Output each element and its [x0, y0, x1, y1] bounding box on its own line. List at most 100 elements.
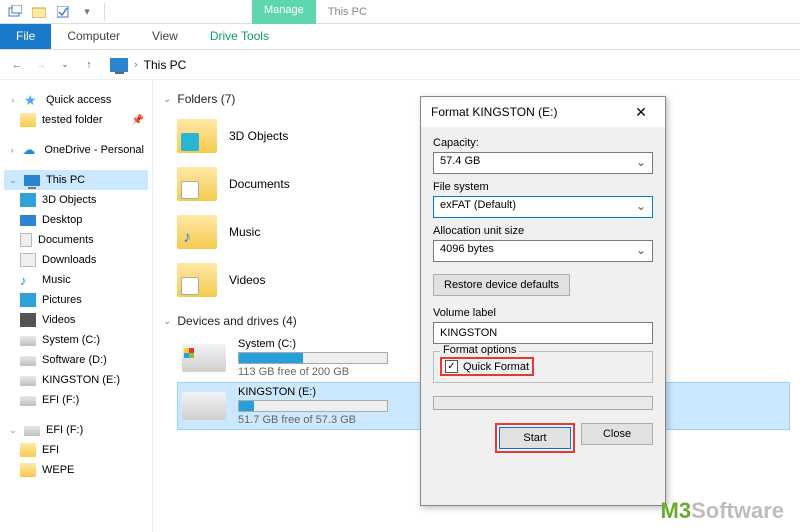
- tab-computer[interactable]: Computer: [51, 24, 136, 49]
- folder-label: Documents: [229, 177, 290, 191]
- chevron-down-icon: ⌄: [8, 425, 18, 436]
- chevron-down-icon: ⌄: [8, 175, 18, 186]
- chevron-down-icon: ⌄: [163, 94, 171, 105]
- folder-icon: [177, 167, 217, 201]
- dialog-titlebar[interactable]: Format KINGSTON (E:) ✕: [421, 97, 665, 127]
- qat-checkbox-icon[interactable]: [52, 2, 74, 22]
- nav-downloads[interactable]: Downloads: [4, 250, 148, 270]
- nav-videos[interactable]: Videos: [4, 310, 148, 330]
- filesystem-label: File system: [433, 181, 653, 193]
- nav-efi-folder[interactable]: EFI: [4, 440, 148, 460]
- breadcrumb-location[interactable]: This PC: [144, 58, 187, 72]
- chevron-right-icon: ›: [8, 95, 18, 105]
- nav-desktop[interactable]: Desktop: [4, 210, 148, 230]
- nav-dropdown-icon[interactable]: ⌄: [56, 56, 74, 74]
- this-pc-icon: [110, 58, 128, 72]
- file-tab[interactable]: File: [0, 24, 51, 49]
- nav-this-pc[interactable]: ⌄ This PC: [4, 170, 148, 190]
- filesystem-value: exFAT (Default): [440, 199, 516, 211]
- folder-label: 3D Objects: [229, 129, 288, 143]
- qat-customize-dropdown[interactable]: ▾: [76, 2, 98, 22]
- tab-drive-tools[interactable]: Drive Tools: [194, 24, 285, 49]
- format-options-group: Format options ✓ Quick Format: [433, 351, 653, 383]
- restore-defaults-button[interactable]: Restore device defaults: [433, 274, 570, 296]
- nav-pictures[interactable]: Pictures: [4, 290, 148, 310]
- nav-label: OneDrive - Personal: [44, 144, 144, 156]
- nav-label: System (C:): [42, 334, 100, 346]
- usb-drive-icon: [24, 426, 40, 436]
- watermark-m3: M3: [661, 498, 692, 523]
- nav-efi-drive[interactable]: EFI (F:): [4, 390, 148, 410]
- nav-onedrive[interactable]: › ☁ OneDrive - Personal: [4, 140, 148, 160]
- nav-music[interactable]: ♪ Music: [4, 270, 148, 290]
- nav-software-drive[interactable]: Software (D:): [4, 350, 148, 370]
- folder-icon: [20, 463, 36, 477]
- folder-icon: [177, 119, 217, 153]
- allocation-label: Allocation unit size: [433, 225, 653, 237]
- cloud-icon: ☁: [22, 143, 38, 157]
- nav-label: Pictures: [42, 294, 82, 306]
- volume-label-input[interactable]: [433, 322, 653, 344]
- capacity-bar: [238, 400, 388, 412]
- nav-label: EFI (F:): [46, 424, 83, 436]
- videos-icon: [20, 313, 36, 327]
- 3d-icon: [20, 193, 36, 207]
- drive-free-text: 51.7 GB free of 57.3 GB: [238, 414, 388, 426]
- nav-label: Documents: [38, 234, 94, 246]
- nav-3d-objects[interactable]: 3D Objects: [4, 190, 148, 210]
- filesystem-select[interactable]: exFAT (Default): [433, 196, 653, 218]
- drive-free-text: 113 GB free of 200 GB: [238, 366, 388, 378]
- nav-label: Downloads: [42, 254, 96, 266]
- close-button[interactable]: Close: [581, 423, 653, 445]
- nav-wepe-folder[interactable]: WEPE: [4, 460, 148, 480]
- title-bar: ▾ Manage This PC: [0, 0, 800, 24]
- contextual-tab-header: Manage: [252, 0, 316, 24]
- navigation-pane: › ★ Quick access tested folder 📌 › ☁ One…: [0, 80, 152, 532]
- nav-label: Desktop: [42, 214, 82, 226]
- nav-forward-icon[interactable]: →: [32, 56, 50, 74]
- nav-label: KINGSTON (E:): [42, 374, 120, 386]
- nav-efi-root[interactable]: ⌄ EFI (F:): [4, 420, 148, 440]
- allocation-value: 4096 bytes: [440, 243, 494, 255]
- nav-back-icon[interactable]: ←: [8, 56, 26, 74]
- nav-kingston-drive[interactable]: KINGSTON (E:): [4, 370, 148, 390]
- allocation-select[interactable]: 4096 bytes: [433, 240, 653, 262]
- capacity-value: 57.4 GB: [440, 155, 480, 167]
- quick-format-checkbox[interactable]: ✓: [445, 360, 458, 373]
- nav-label: EFI: [42, 444, 59, 456]
- nav-tested-folder[interactable]: tested folder 📌: [4, 110, 148, 130]
- drive-icon: [182, 392, 226, 420]
- capacity-label: Capacity:: [433, 137, 653, 149]
- usb-drive-icon: [20, 396, 36, 406]
- monitor-icon: [24, 175, 40, 186]
- qat-new-folder-icon[interactable]: [28, 2, 50, 22]
- document-icon: [20, 233, 32, 247]
- usb-drive-icon: [20, 376, 36, 386]
- nav-up-icon[interactable]: ↑: [80, 56, 98, 74]
- folder-icon: [20, 443, 36, 457]
- tab-view[interactable]: View: [136, 24, 194, 49]
- qat-properties-icon[interactable]: [4, 2, 26, 22]
- desktop-icon: [20, 215, 36, 226]
- close-icon[interactable]: ✕: [627, 104, 655, 121]
- start-button[interactable]: Start: [499, 427, 571, 449]
- chevron-right-icon[interactable]: ›: [134, 59, 138, 71]
- nav-label: Music: [42, 274, 71, 286]
- format-options-legend: Format options: [440, 344, 519, 356]
- nav-label: EFI (F:): [42, 394, 79, 406]
- watermark: M3Software: [661, 498, 784, 524]
- music-icon: ♪: [20, 273, 36, 287]
- capacity-select[interactable]: 57.4 GB: [433, 152, 653, 174]
- folder-label: Videos: [229, 273, 265, 287]
- nav-system-drive[interactable]: System (C:): [4, 330, 148, 350]
- nav-documents[interactable]: Documents: [4, 230, 148, 250]
- drive-icon: [182, 344, 226, 372]
- nav-quick-access[interactable]: › ★ Quick access: [4, 90, 148, 110]
- capacity-bar: [238, 352, 388, 364]
- chevron-down-icon: ⌄: [163, 316, 171, 327]
- folder-icon: [177, 263, 217, 297]
- section-title: Folders (7): [177, 92, 235, 106]
- section-title: Devices and drives (4): [177, 314, 296, 328]
- progress-bar: [433, 396, 653, 410]
- main-area: › ★ Quick access tested folder 📌 › ☁ One…: [0, 80, 800, 532]
